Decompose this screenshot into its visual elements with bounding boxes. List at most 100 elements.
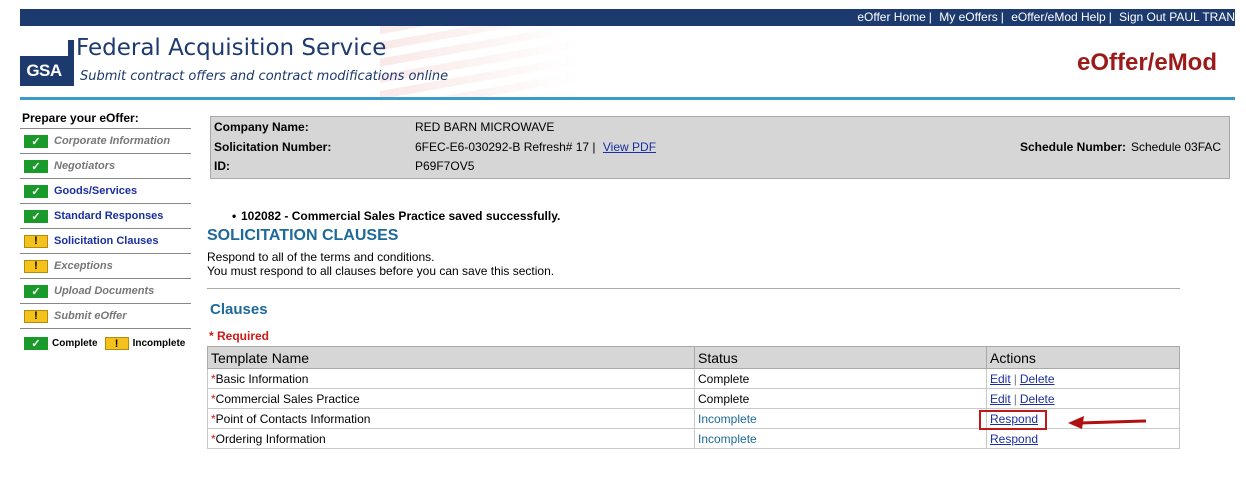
top-nav-bar: eOffer Home | My eOffers | eOffer/eMod Hel…	[20, 9, 1235, 26]
header-divider	[20, 97, 1235, 100]
sidebar-item-standard-responses[interactable]: ✓ Standard Responses	[20, 204, 191, 229]
instruction-line-2: You must respond to all clauses before y…	[207, 264, 555, 278]
template-name-cell: *Basic Information	[207, 368, 695, 389]
clauses-heading: Clauses	[210, 301, 268, 318]
check-icon: ✓	[24, 337, 48, 350]
page-title: SOLICITATION CLAUSES	[207, 227, 399, 244]
check-icon: ✓	[24, 134, 48, 148]
warning-icon: !	[24, 259, 48, 273]
id-value: P69F7OV5	[415, 159, 475, 173]
status-legend: ✓ Complete ! Incomplete	[20, 329, 191, 350]
sidebar-item-exceptions[interactable]: ! Exceptions	[20, 254, 191, 279]
template-name-cell: *Ordering Information	[207, 428, 695, 449]
table-header-row: Template Name Status Actions	[207, 346, 1180, 369]
view-pdf-link[interactable]: View PDF	[603, 140, 656, 154]
delete-link[interactable]: Delete	[1020, 392, 1055, 406]
progress-sidebar: Prepare your eOffer: ✓ Corporate Informat…	[20, 110, 191, 350]
sidebar-item-label: Exceptions	[54, 260, 113, 272]
legend-incomplete-label: Incomplete	[132, 338, 186, 349]
template-name: Point of Contacts Information	[215, 411, 371, 426]
template-name: Ordering Information	[215, 431, 326, 446]
sidebar-item-label: Negotiators	[54, 160, 116, 172]
col-actions: Actions	[986, 346, 1180, 369]
solicitation-number-value: 6FEC-E6-030292-B Refresh# 17 | View PDF	[415, 140, 656, 154]
eoffer-home-link[interactable]: eOffer Home	[857, 10, 925, 24]
actions-cell: Edit | Delete	[986, 368, 1180, 389]
action-separator: |	[1013, 391, 1017, 406]
status-cell: Complete	[694, 388, 987, 409]
agency-title: Federal Acquisition Service	[76, 35, 387, 61]
required-note: * Required	[209, 329, 270, 343]
sidebar-items: ✓ Corporate Information ✓ Negotiators ✓ Goods…	[20, 129, 191, 329]
status-cell: Complete	[694, 368, 987, 389]
site-header: GSA Federal Acquisition Service Submit c…	[20, 26, 1235, 98]
check-icon: ✓	[24, 209, 48, 223]
message-text: - Commercial Sales Practice saved succes…	[281, 209, 561, 223]
warning-icon: !	[24, 234, 48, 248]
template-name-cell: *Commercial Sales Practice	[207, 388, 695, 409]
agency-subtitle: Submit contract offers and contract modi…	[80, 69, 449, 84]
template-name-cell: *Point of Contacts Information	[207, 408, 695, 429]
template-name: Commercial Sales Practice	[215, 391, 360, 406]
help-link[interactable]: eOffer/eMod Help	[1011, 10, 1106, 24]
sidebar-item-label: Standard Responses	[54, 210, 164, 222]
warning-icon: !	[104, 337, 129, 350]
clauses-table-body: *Basic Information Complete Edit | Delete *Co…	[207, 368, 1180, 449]
actions-cell: Respond	[986, 428, 1180, 449]
sign-out-link[interactable]: Sign Out PAUL TRAN	[1119, 10, 1235, 24]
respond-highlight-box	[979, 410, 1047, 430]
solicitation-number-label: Solicitation Number:	[214, 140, 332, 154]
legend-complete-label: Complete	[52, 338, 98, 349]
id-label: ID:	[214, 159, 230, 173]
sidebar-item-corporate-information[interactable]: ✓ Corporate Information	[20, 129, 191, 154]
section-instructions: Respond to all of the terms and conditio…	[207, 250, 554, 278]
status-cell: Incomplete	[694, 408, 987, 429]
delete-link[interactable]: Delete	[1020, 372, 1055, 386]
clauses-table: Template Name Status Actions *Basic Info…	[207, 346, 1180, 449]
actions-cell: Edit | Delete	[986, 388, 1180, 409]
template-name: Basic Information	[215, 371, 309, 386]
sidebar-item-submit-eoffer[interactable]: ! Submit eOffer	[20, 304, 191, 329]
status-cell: Incomplete	[694, 428, 987, 449]
company-info-panel: Company Name: RED BARN MICROWAVE Solicit…	[210, 116, 1230, 179]
sidebar-item-label: Goods/Services	[54, 185, 138, 197]
check-icon: ✓	[24, 284, 48, 298]
company-name-label: Company Name:	[214, 120, 309, 134]
my-eoffers-link[interactable]: My eOffers	[939, 10, 997, 24]
sidebar-item-solicitation-clauses[interactable]: ! Solicitation Clauses	[20, 229, 191, 254]
check-icon: ✓	[24, 184, 48, 198]
sidebar-item-negotiators[interactable]: ✓ Negotiators	[20, 154, 191, 179]
flag-banner-image	[380, 26, 580, 98]
col-template-name: Template Name	[207, 346, 695, 369]
sidebar-item-label: Submit eOffer	[54, 310, 127, 322]
action-separator: |	[1013, 371, 1017, 386]
logo-bar	[68, 40, 74, 86]
table-row: *Ordering Information Incomplete Respond	[207, 428, 1180, 449]
success-message: 102082 - Commercial Sales Practice saved…	[232, 209, 561, 223]
gsa-logo: GSA	[20, 56, 68, 86]
sidebar-item-label: Corporate Information	[54, 135, 171, 147]
check-icon: ✓	[24, 159, 48, 173]
schedule-number-value: Schedule 03FAC	[1131, 140, 1222, 154]
section-divider	[207, 288, 1180, 289]
table-row: *Basic Information Complete Edit | Delete	[207, 368, 1180, 389]
col-status: Status	[694, 346, 987, 369]
message-code: 102082	[241, 209, 282, 223]
instruction-line-1: Respond to all of the terms and conditio…	[207, 250, 435, 264]
solicitation-number-text: 6FEC-E6-030292-B Refresh# 17 |	[415, 140, 596, 154]
sidebar-item-label: Solicitation Clauses	[54, 235, 159, 247]
sidebar-item-label: Upload Documents	[54, 285, 155, 297]
respond-link[interactable]: Respond	[990, 432, 1038, 446]
sidebar-title: Prepare your eOffer:	[20, 110, 191, 129]
warning-icon: !	[24, 309, 48, 323]
sidebar-item-upload-documents[interactable]: ✓ Upload Documents	[20, 279, 191, 304]
table-row: *Commercial Sales Practice Complete Edit | D…	[207, 388, 1180, 409]
red-arrow-icon	[1068, 416, 1147, 429]
app-title: eOffer/eMod	[1076, 49, 1217, 76]
sidebar-item-goods-services[interactable]: ✓ Goods/Services	[20, 179, 191, 204]
edit-link[interactable]: Edit	[990, 372, 1011, 386]
edit-link[interactable]: Edit	[990, 392, 1011, 406]
top-nav-links: eOffer Home | My eOffers | eOffer/eMod Hel…	[857, 10, 1235, 24]
schedule-number-label: Schedule Number:	[1020, 140, 1127, 154]
company-name-value: RED BARN MICROWAVE	[415, 120, 555, 134]
